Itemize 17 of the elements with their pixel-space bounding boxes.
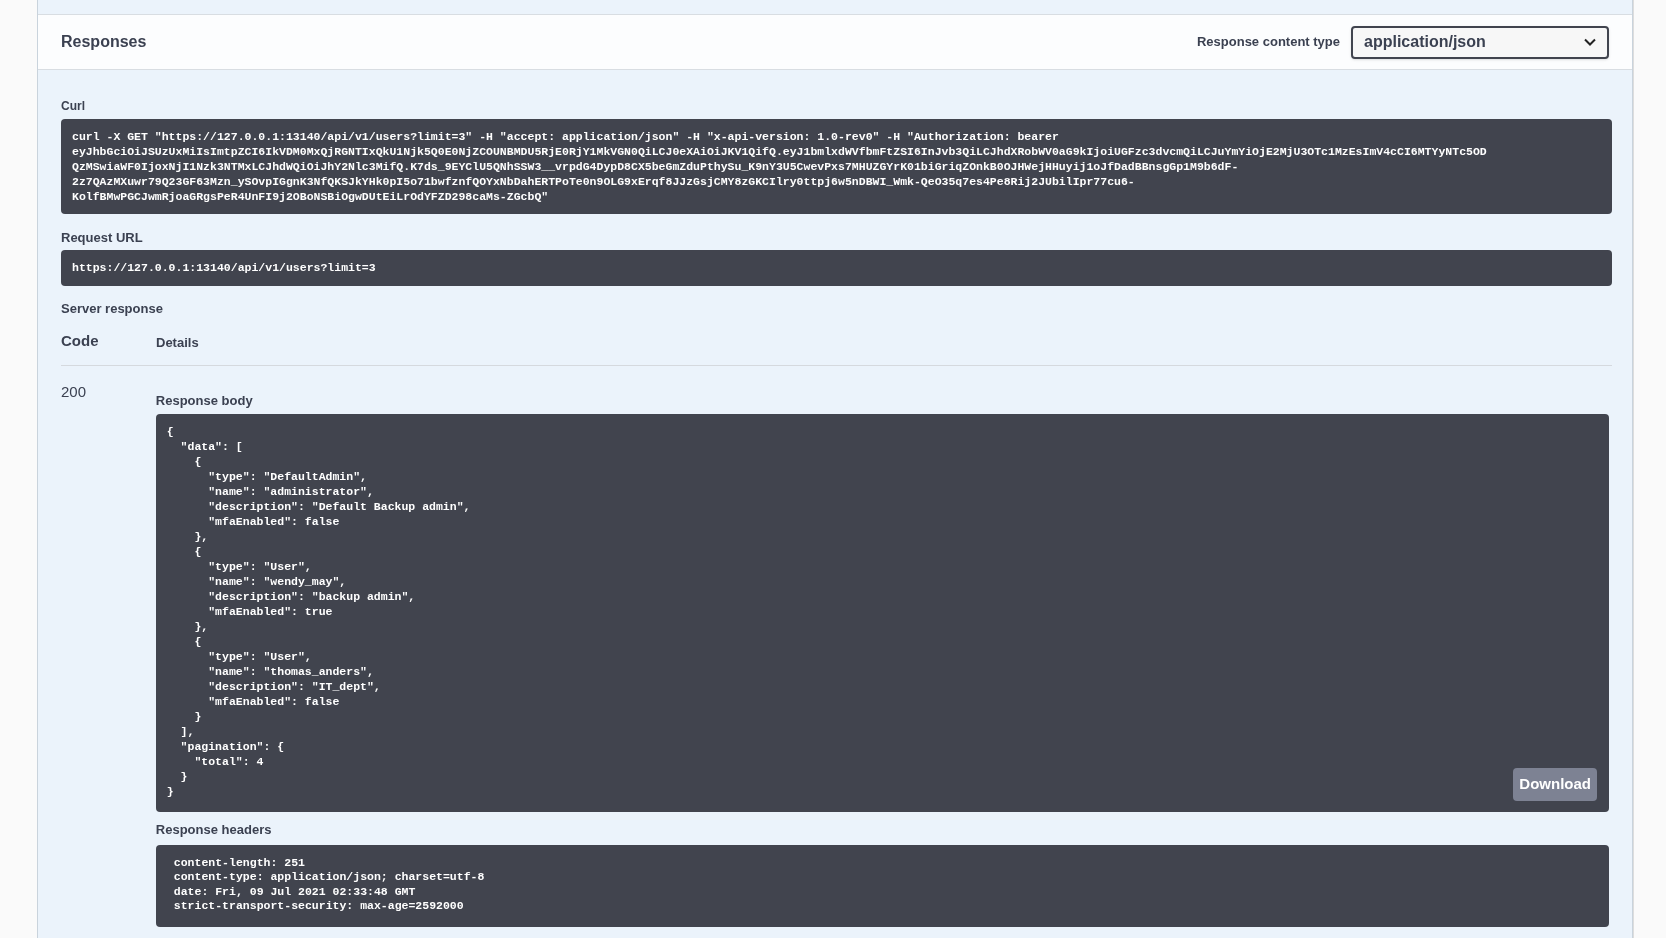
section-label: Curl (61, 98, 85, 114)
section-label: Response headers (155, 821, 272, 839)
download-button[interactable]: Download (1513, 768, 1597, 801)
column-header: Details (156, 334, 199, 352)
section-label: Response body (155, 391, 253, 410)
response-body: { "data": [ { "type": "DefaultAdmin", "name": "administrator", "description": "Default Backup admin", "mfaEnabled": false }, { "type": "User", "name": "wendy_may", "description": "backup admin", "mfaEnabled": true }, { "type": "User", "name": "thomas_anders", "description": "IT_dept", "mfaEnabled": false } ], "pagination": { "total": 4 } } (166, 424, 471, 799)
content-type-select[interactable]: application/json (1351, 25, 1609, 59)
request-url: https://127.0.0.1:13140/api/v1/users?limit=3 (61, 250, 1612, 286)
curl-command: curl -X GET "https://127.0.0.1:13140/api/v1/users?limit=3" -H "accept: application/json" -H "x-api-version: 1.0-rev0" -H "Authorization: bearer eyJhbGciOiJSUzUxMiIsImtpZCI6IkVDM0MxQjRGNTIxQkU1Njk5Q0E0NjZCOUNBMDU5RjE0RjY1MkVGN0QiLCJ0eXAiOiJKV1QifQ.eyJ1bmlxdWVfbmFtZSI6InJvb3QiLCJhdXRobWV0aG9kIjoiUGFzc3dvcmQiLCJuYmYiOjE2MjU3OTc1MzEsImV4cCI6MTYyNTc5OD QzMSwiaWF0IjoxNjI1Nzk3NTMxLCJhdWQiOiJhY2Nlc3MifQ.K7ds_9EYClU5QNhSSW3__vrpdG4DypD8CX5beGmZduPthySu_K9nY3U5CwevPxs7MHUZGYrK01biGriqZOnkB0OJHWejHHuyij1oJfDadBBnsgGp1M9b6dF- 2z7QAzMXuwr79Q23GF63Mzn_ySOvpIGgnK3NfQKSJkYHk0pI5o71bwfznfQOYxNbDahERTPoTe0n9OLG9xErqf8JJzGsjCMY8zGKCIlry0ttpj6w5nDBWI_Wmk-QeO35q7es4Pe8Rij2JUbilIpr77cu6- KolfBMwPGCJwmRjoaGRgsPeR4UnFI9j2OBoNSBiOgwDUtEiLrOdYFZD298caMs-ZGcbQ" (61, 119, 1612, 214)
section-title: Responses (61, 32, 147, 52)
chevron-down-icon (1584, 38, 1596, 46)
status-code: 200 (61, 382, 87, 400)
response-headers: content-length: 251 content-type: application/json; charset=utf-8 date: Fri, 09 Jul 2021 02:33:48 GMT strict-transport-security: max-age=2592000 (173, 855, 485, 914)
field-label: Response content type (1196, 33, 1340, 52)
column-header: Code (61, 331, 100, 351)
section-label: Request URL (61, 230, 143, 246)
section-label: Server response (61, 301, 163, 317)
